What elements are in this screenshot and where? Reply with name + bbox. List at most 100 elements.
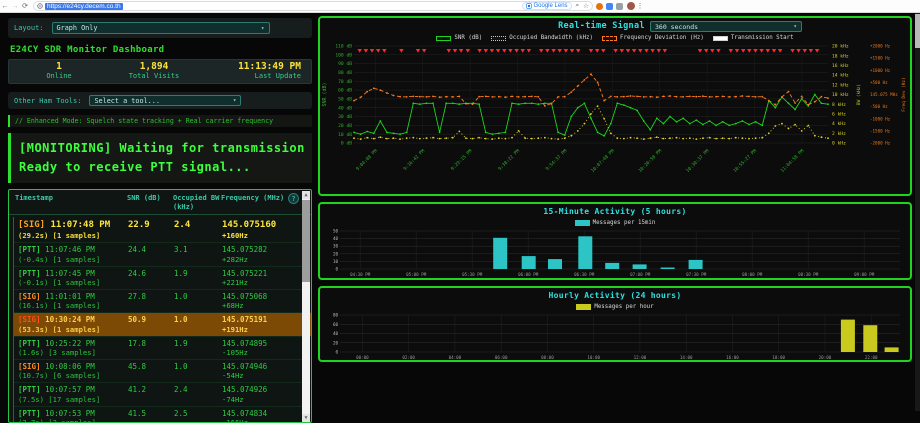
address-bar[interactable]: https://e24cy.decem.co.th Google Lens ⌕ … (33, 1, 593, 11)
table-row[interactable]: [PTT] 10:25:22 PM(1.6s) [3 samples]17.81… (14, 337, 311, 360)
extension-icon-1[interactable] (596, 3, 603, 10)
extensions-puzzle-icon[interactable] (616, 3, 623, 10)
table-row[interactable]: [SIG] 11:07:48 PM(29.2s) [1 samples]22.9… (14, 217, 311, 243)
activity-15min-chart[interactable]: 0102030405004:30 PM05:00 PM05:30 PM06:00… (320, 228, 908, 281)
table-row[interactable]: [PTT] 11:07:45 PM(-0.1s) [1 samples]24.6… (14, 267, 311, 290)
hourly-activity-panel: Hourly Activity (24 hours) Messages per … (318, 286, 912, 362)
bookmark-star-icon[interactable]: ☆ (583, 2, 589, 10)
svg-text:0 kHz: 0 kHz (832, 141, 846, 147)
table-row[interactable]: [PTT] 10:07:57 PM(7.5s) [17 samples]41.2… (14, 383, 311, 406)
svg-text:07:00 PM: 07:00 PM (630, 272, 651, 277)
legend-item-15min[interactable]: Messages per 15min (575, 220, 656, 226)
time-range-select[interactable]: 360 seconds ▾ (650, 21, 802, 32)
ham-tools-bar: Other Ham Tools: Select a tool... ▾ (8, 92, 312, 109)
tx-start-swatch (713, 36, 728, 41)
bandwidth-line-swatch (491, 36, 506, 41)
table-row[interactable]: [SIG] 10:08:06 PM(10.7s) [6 samples]45.8… (14, 360, 311, 383)
signal-table-body: [SIG] 11:07:48 PM(29.2s) [1 samples]22.9… (13, 217, 311, 423)
svg-text:2 kHz: 2 kHz (832, 131, 846, 137)
extension-icon-2[interactable] (606, 3, 613, 10)
table-row[interactable]: [PTT] 11:07:46 PM(-0.4s) [1 samples]24.4… (14, 243, 311, 266)
deviation-line-swatch (602, 36, 617, 41)
svg-text:9:54:37 PM: 9:54:37 PM (545, 148, 569, 172)
legend-item-tx-start[interactable]: Transmission Start (713, 35, 794, 41)
svg-text:145.075 MHz: 145.075 MHz (870, 92, 898, 97)
svg-text:+500 Hz: +500 Hz (870, 80, 888, 85)
svg-text:8 kHz: 8 kHz (832, 102, 846, 108)
time-range-value: 360 seconds (655, 23, 698, 31)
table-scrollbar-thumb[interactable] (302, 200, 310, 282)
svg-text:100 dB: 100 dB (335, 52, 352, 58)
monitoring-ready-line: Ready to receive PTT signal... (19, 158, 304, 177)
svg-text:4 kHz: 4 kHz (832, 121, 846, 127)
stat-last-update: 11:13:49 PM Last Update (209, 62, 301, 80)
svg-text:80 dB: 80 dB (338, 70, 352, 76)
forward-icon[interactable]: → (10, 0, 20, 13)
svg-text:60 dB: 60 dB (338, 88, 352, 94)
realtime-signal-chart[interactable]: 0 dB10 dB20 dB30 dB40 dB50 dB60 dB70 dB8… (320, 43, 908, 191)
legend-item-hourly[interactable]: Messages per hour (576, 304, 653, 310)
google-lens-button[interactable]: Google Lens (522, 2, 572, 10)
left-column: Layout: Graph Only ▾ E24CY SDR Monitor D… (8, 18, 312, 423)
svg-text:04:00: 04:00 (449, 355, 462, 360)
legend-item-deviation[interactable]: Frequency Deviation (Hz) (602, 35, 704, 41)
svg-text:50: 50 (333, 229, 339, 234)
svg-text:18 kHz: 18 kHz (832, 53, 849, 59)
url-text[interactable]: https://e24cy.decem.co.th (45, 3, 123, 10)
activity-15min-legend: Messages per 15min (320, 218, 910, 228)
svg-text:05:30 PM: 05:30 PM (462, 272, 483, 277)
svg-text:+1000 Hz: +1000 Hz (870, 68, 891, 73)
svg-text:06:00 PM: 06:00 PM (518, 272, 539, 277)
chevron-down-icon: ▾ (793, 23, 797, 30)
table-row[interactable]: [PTT] 10:07:53 PM(2.7s) [3 samples]41.52… (14, 407, 311, 423)
svg-text:05:00 PM: 05:00 PM (406, 272, 427, 277)
svg-text:0: 0 (335, 267, 338, 272)
svg-text:30: 30 (333, 244, 339, 249)
enhanced-mode-note: // Enhanced Mode: Squelch state tracking… (8, 115, 312, 127)
layout-select[interactable]: Graph Only ▾ (52, 22, 270, 34)
svg-text:02:00: 02:00 (402, 355, 415, 360)
back-icon[interactable]: ← (0, 0, 10, 13)
svg-text:40 dB: 40 dB (338, 105, 352, 111)
ham-tools-select[interactable]: Select a tool... ▾ (89, 95, 241, 106)
col-frequency: Frequency (MHz) (221, 194, 297, 212)
profile-avatar[interactable] (627, 2, 635, 10)
scroll-up-icon[interactable]: ▲ (302, 191, 310, 199)
legend-item-bandwidth[interactable]: Occupied Bandwidth (kHz) (491, 35, 593, 41)
legend-item-snr[interactable]: SNR (dB) (436, 35, 482, 41)
monitoring-status-panel: [MONITORING] Waiting for transmission Re… (8, 133, 312, 183)
svg-text:07:30 PM: 07:30 PM (686, 272, 707, 277)
svg-text:00:00: 00:00 (356, 355, 369, 360)
svg-text:12 kHz: 12 kHz (832, 82, 849, 88)
svg-text:9:04:08 PM: 9:04:08 PM (355, 148, 379, 172)
svg-text:40: 40 (333, 236, 339, 241)
monitoring-status-line: [MONITORING] Waiting for transmission (19, 139, 304, 158)
svg-text:-500 Hz: -500 Hz (870, 104, 888, 109)
svg-text:40: 40 (333, 331, 339, 336)
table-row[interactable]: [SIG] 11:01:01 PM(16.1s) [1 samples]27.8… (14, 290, 311, 313)
hourly-activity-chart[interactable]: 02040608000:0002:0004:0006:0008:0010:001… (320, 312, 908, 364)
svg-text:+2000 Hz: +2000 Hz (870, 44, 891, 49)
svg-text:Freq Dev (Hz): Freq Dev (Hz) (901, 77, 907, 111)
browser-menu-icon[interactable]: ⋮ (635, 0, 645, 13)
svg-text:20 kHz: 20 kHz (832, 44, 849, 50)
svg-text:06:30 PM: 06:30 PM (574, 272, 595, 277)
svg-text:16:00: 16:00 (726, 355, 739, 360)
svg-text:09:00 PM: 09:00 PM (854, 272, 875, 277)
page-scrollbar-thumb[interactable] (915, 14, 920, 48)
layout-select-value: Graph Only (57, 24, 98, 32)
site-info-icon[interactable] (37, 3, 43, 9)
table-scrollbar[interactable]: ▲ ▼ (302, 191, 310, 422)
layout-control-bar: Layout: Graph Only ▾ (8, 18, 312, 38)
page-scrollbar[interactable] (915, 13, 920, 411)
table-row[interactable]: [SIG] 10:30:24 PM(53.3s) [1 samples]50.9… (14, 313, 311, 336)
svg-text:22:00: 22:00 (865, 355, 878, 360)
messages-15min-swatch (575, 220, 590, 226)
svg-text:06:00: 06:00 (495, 355, 508, 360)
reload-icon[interactable]: ⟳ (20, 0, 30, 13)
hourly-activity-title: Hourly Activity (24 hours) (320, 288, 910, 300)
scroll-down-icon[interactable]: ▼ (302, 414, 310, 422)
search-icon[interactable]: ⌕ (576, 2, 580, 10)
svg-text:14:00: 14:00 (680, 355, 693, 360)
snr-line-swatch (436, 36, 451, 41)
